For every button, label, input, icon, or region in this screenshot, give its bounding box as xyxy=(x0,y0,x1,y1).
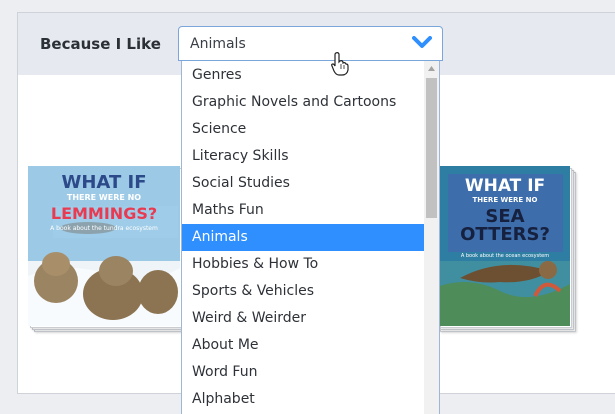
book-cover-sea-otters[interactable]: WHAT IF THERE WERE NO SEA OTTERS? A book… xyxy=(440,166,580,336)
option-graphic-novels-and-cartoons[interactable]: Graphic Novels and Cartoons xyxy=(182,89,425,116)
dropdown-scrollbar[interactable] xyxy=(424,61,439,414)
book-cover-lemmings[interactable]: WHAT IF THERE WERE NO LEMMINGS? A book a… xyxy=(28,166,188,336)
lemmings-title-line3: LEMMINGS? xyxy=(50,204,158,223)
category-dropdown-list[interactable]: Genres Graphic Novels and Cartoons Scien… xyxy=(181,61,440,414)
option-social-studies[interactable]: Social Studies xyxy=(182,170,425,197)
option-weird-and-weirder[interactable]: Weird & Weirder xyxy=(182,305,425,332)
option-hobbies-and-how-to[interactable]: Hobbies & How To xyxy=(182,251,425,278)
option-maths-fun[interactable]: Maths Fun xyxy=(182,197,425,224)
option-alphabet[interactable]: Alphabet xyxy=(182,386,425,413)
scrollbar-thumb[interactable] xyxy=(426,78,437,218)
sea-otters-subtitle: A book about the ocean ecosystem xyxy=(460,253,550,259)
option-word-fun[interactable]: Word Fun xyxy=(182,359,425,386)
lemmings-title-line2: THERE WERE NO xyxy=(66,193,142,202)
sea-otters-title-line3: SEA OTTERS? xyxy=(460,206,550,245)
option-literacy-skills[interactable]: Literacy Skills xyxy=(182,143,425,170)
option-science[interactable]: Science xyxy=(182,116,425,143)
chevron-down-icon xyxy=(412,36,432,48)
because-i-like-select[interactable]: Animals xyxy=(178,26,443,61)
option-genres[interactable]: Genres xyxy=(182,62,425,89)
hand-pointer-cursor-icon xyxy=(331,52,349,76)
because-i-like-label: Because I Like xyxy=(40,35,161,53)
scroll-up-arrow-icon[interactable] xyxy=(428,66,435,71)
sea-otters-title-line2: THERE WERE NO xyxy=(472,196,538,204)
option-sports-and-vehicles[interactable]: Sports & Vehicles xyxy=(182,278,425,305)
lemmings-subtitle: A book about the tundra ecosystem xyxy=(50,225,158,232)
lemmings-title-line1: WHAT IF xyxy=(61,172,147,193)
option-about-me[interactable]: About Me xyxy=(182,332,425,359)
select-current-value: Animals xyxy=(190,36,246,52)
sea-otters-title-line1: WHAT IF xyxy=(464,176,546,196)
option-animals[interactable]: Animals xyxy=(182,224,425,251)
